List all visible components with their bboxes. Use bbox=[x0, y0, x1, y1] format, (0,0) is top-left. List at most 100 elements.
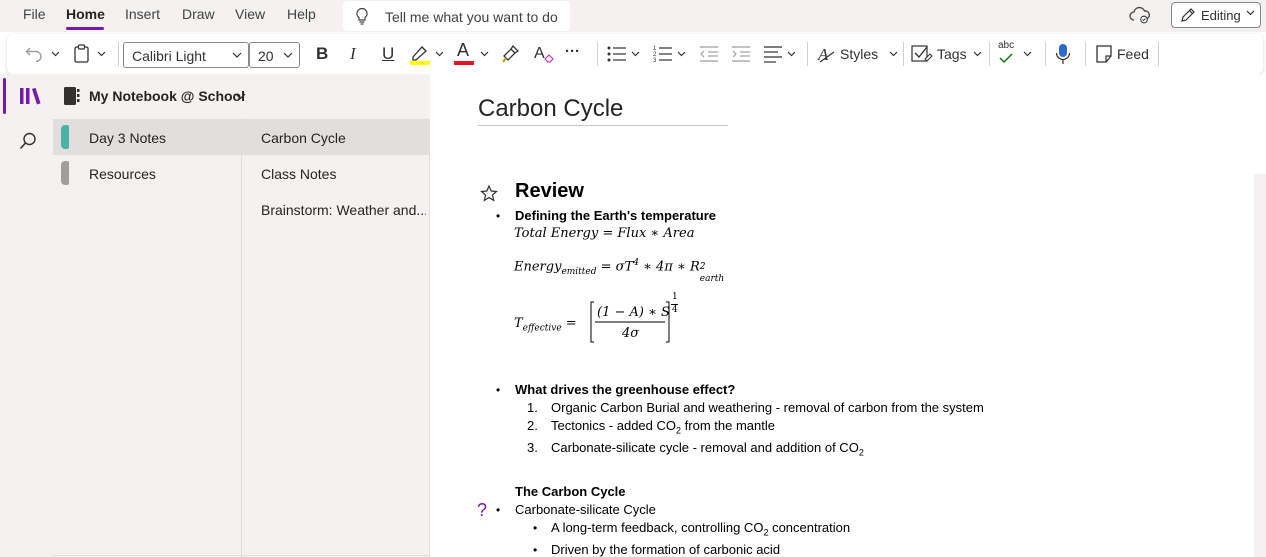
bullet-dot: • bbox=[496, 209, 501, 223]
section-label: Day 3 Notes bbox=[89, 130, 167, 146]
undo-button[interactable] bbox=[25, 34, 63, 74]
note-sub-bullet-feedback[interactable]: A long-term feedback, controlling CO2 co… bbox=[551, 520, 850, 538]
paste-button[interactable] bbox=[73, 34, 113, 74]
tags-button[interactable]: Tags bbox=[911, 34, 983, 74]
italic-button[interactable]: I bbox=[350, 44, 356, 64]
tag-checkbox-icon bbox=[911, 45, 933, 62]
eq-effective-sub: effective bbox=[522, 323, 562, 334]
list-item-2-text-a: Tectonics - added CO bbox=[551, 418, 677, 433]
title-underline bbox=[478, 125, 728, 126]
section-item-resources[interactable]: Resources bbox=[53, 155, 241, 191]
spelling-glyph: abc bbox=[998, 40, 1015, 51]
note-list-item-3[interactable]: Carbonate-silicate cycle - removal and a… bbox=[551, 440, 864, 458]
font-size-select[interactable]: 20 bbox=[249, 42, 300, 68]
editing-label: Editing bbox=[1201, 8, 1241, 23]
highlight-button[interactable] bbox=[409, 34, 447, 74]
notebooks-icon[interactable] bbox=[19, 86, 41, 106]
eq-emitted-sub: emitted bbox=[561, 266, 597, 277]
page-label: Class Notes bbox=[261, 166, 337, 182]
eq-sigma: = σT bbox=[600, 259, 634, 275]
star-tag-icon[interactable] bbox=[480, 185, 498, 202]
bullet-dot: • bbox=[533, 543, 538, 557]
eq-numerator: (1 − A) ∗ S bbox=[597, 305, 670, 320]
note-list-item-1[interactable]: Organic Carbon Burial and weathering - r… bbox=[551, 400, 984, 415]
chevron-down-icon bbox=[283, 52, 293, 58]
section-item-day-3-notes[interactable]: Day 3 Notes bbox=[53, 119, 241, 155]
ribbon-separator bbox=[989, 42, 990, 66]
chevron-down-icon bbox=[889, 51, 898, 57]
eq-energy: Energy bbox=[514, 259, 562, 275]
styles-label: Styles bbox=[840, 46, 879, 62]
page-title[interactable]: Carbon Cycle bbox=[478, 95, 623, 123]
ribbon-separator bbox=[118, 42, 119, 66]
font-color-glyph: A bbox=[457, 40, 470, 60]
feed-icon bbox=[1096, 45, 1112, 63]
notebook-picker[interactable]: My Notebook @ School bbox=[53, 74, 430, 118]
search-icon[interactable] bbox=[19, 132, 37, 150]
bullet-dot: • bbox=[496, 503, 501, 517]
chevron-down-icon bbox=[1023, 51, 1032, 57]
chevron-down-icon bbox=[435, 51, 444, 57]
eq-exp-num: 1 bbox=[672, 292, 678, 302]
note-bullet-earth-temperature[interactable]: Defining the Earth's temperature bbox=[515, 208, 716, 223]
undo-icon bbox=[25, 47, 42, 62]
ribbon-separator bbox=[1158, 42, 1159, 66]
menu-file[interactable]: File bbox=[23, 6, 46, 22]
paragraph-alignment-button[interactable] bbox=[763, 34, 799, 74]
note-list-item-2[interactable]: Tectonics - added CO2 from the mantle bbox=[551, 418, 775, 436]
question-tag-icon[interactable]: ? bbox=[477, 500, 487, 521]
page-item-brainstorm[interactable]: Brainstorm: Weather and... bbox=[242, 191, 429, 227]
note-sub-bullet-carbonic-acid[interactable]: Driven by the formation of carbonic acid bbox=[551, 542, 780, 557]
increase-indent-icon[interactable] bbox=[731, 45, 751, 63]
more-options-button[interactable]: ··· bbox=[565, 43, 580, 60]
numbered-list-icon: 1 2 3 bbox=[653, 46, 672, 64]
equation-energy-emitted[interactable]: Energyemitted = σT4 ∗ 4π ∗ R 2 earth bbox=[514, 258, 724, 284]
decrease-indent-icon[interactable] bbox=[699, 45, 719, 63]
font-name-value: Calibri Light bbox=[132, 48, 206, 64]
eq-sup-2: 2 bbox=[699, 262, 706, 273]
chevron-down-icon bbox=[235, 93, 246, 100]
svg-text:A: A bbox=[534, 45, 545, 62]
bullet-dot: • bbox=[533, 521, 538, 535]
bold-button[interactable]: B bbox=[316, 44, 328, 64]
feed-label: Feed bbox=[1117, 46, 1149, 62]
page-item-carbon-cycle[interactable]: Carbon Cycle bbox=[242, 119, 429, 155]
ribbon-separator bbox=[903, 42, 904, 66]
feed-button[interactable]: Feed bbox=[1095, 34, 1159, 74]
tell-me-text: Tell me what you want to do bbox=[385, 9, 558, 25]
font-name-select[interactable]: Calibri Light bbox=[123, 42, 249, 68]
cloud-sync-icon[interactable] bbox=[1129, 6, 1151, 24]
ribbon-separator bbox=[597, 42, 598, 66]
clear-formatting-icon[interactable]: A bbox=[533, 43, 555, 65]
underline-button[interactable]: U bbox=[382, 44, 394, 64]
pane-divider bbox=[53, 555, 430, 556]
menu-help[interactable]: Help bbox=[287, 6, 316, 22]
menu-draw[interactable]: Draw bbox=[182, 6, 215, 22]
note-bullet-greenhouse[interactable]: What drives the greenhouse effect? bbox=[515, 382, 735, 397]
numbering-button[interactable]: 1 2 3 bbox=[653, 34, 689, 74]
eq-equals: = bbox=[565, 316, 577, 331]
format-painter-icon[interactable] bbox=[501, 44, 521, 64]
menu-insert[interactable]: Insert bbox=[125, 6, 160, 22]
chevron-down-icon bbox=[631, 51, 640, 57]
menu-view[interactable]: View bbox=[235, 6, 265, 22]
review-heading[interactable]: Review bbox=[515, 180, 584, 203]
microphone-icon[interactable] bbox=[1055, 43, 1071, 65]
styles-button[interactable]: A Styles bbox=[817, 34, 901, 74]
tell-me-search[interactable]: Tell me what you want to do bbox=[343, 1, 570, 31]
eq-t: T bbox=[514, 316, 523, 331]
carbon-cycle-heading[interactable]: The Carbon Cycle bbox=[515, 484, 626, 499]
note-bullet-carbonate-silicate[interactable]: Carbonate-silicate Cycle bbox=[515, 502, 656, 517]
bullets-button[interactable] bbox=[607, 34, 643, 74]
menu-home[interactable]: Home bbox=[66, 6, 105, 22]
page-item-class-notes[interactable]: Class Notes bbox=[242, 155, 429, 191]
svg-text:3: 3 bbox=[653, 58, 657, 64]
chevron-down-icon bbox=[787, 51, 796, 57]
font-color-button[interactable]: A bbox=[453, 34, 491, 74]
vertical-scrollbar[interactable] bbox=[1254, 174, 1266, 557]
editing-mode-button[interactable]: Editing bbox=[1171, 2, 1261, 28]
eq-operator: ∗ bbox=[650, 226, 660, 241]
page-label: Carbon Cycle bbox=[261, 130, 346, 146]
equation-total-energy[interactable]: Total Energy = Flux ∗ Area bbox=[514, 226, 694, 241]
spelling-button[interactable]: abc bbox=[997, 34, 1037, 74]
